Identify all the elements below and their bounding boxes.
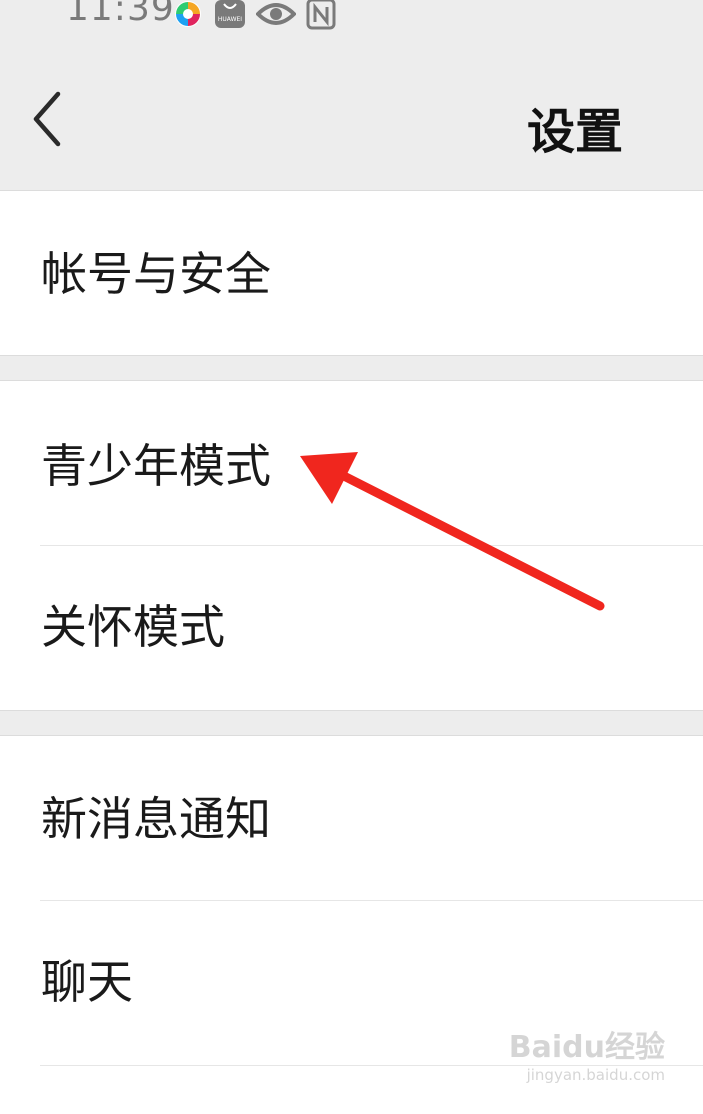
settings-item-label: 青少年模式 — [41, 439, 271, 493]
back-button[interactable] — [22, 84, 82, 154]
settings-section-account: 帐号与安全 — [0, 191, 703, 355]
settings-item-label: 关怀模式 — [41, 600, 225, 654]
eye-icon — [255, 0, 297, 34]
huawei-appgallery-icon: HUAWEI — [214, 0, 246, 34]
page-title: 设置 — [526, 104, 623, 160]
settings-item-teen-mode[interactable]: 青少年模式 — [0, 381, 703, 545]
nfc-icon — [306, 0, 336, 34]
settings-item-care-mode[interactable]: 关怀模式 — [0, 546, 703, 710]
divider — [0, 355, 703, 356]
settings-item-account-security[interactable]: 帐号与安全 — [0, 191, 703, 355]
settings-item-label: 帐号与安全 — [41, 247, 271, 301]
app-shortcut-icon — [172, 0, 204, 36]
settings-section-modes: 青少年模式 关怀模式 — [0, 381, 703, 710]
settings-item-label: 聊天 — [41, 955, 133, 1009]
watermark-url: jingyan.baidu.com — [526, 1066, 665, 1084]
watermark-brand: Baidu经验 — [508, 1030, 665, 1065]
baidu-watermark: Baidu经验 jingyan.baidu.com — [509, 1022, 665, 1084]
nav-bar: 设置 — [0, 42, 703, 190]
settings-item-label: 新消息通知 — [41, 792, 271, 846]
chevron-left-icon — [33, 91, 61, 147]
status-bar: 11:39 HUAWEI — [0, 0, 703, 42]
status-time: 11:39 — [66, 0, 175, 29]
settings-item-new-message-notification[interactable]: 新消息通知 — [0, 736, 703, 900]
divider — [0, 710, 703, 711]
svg-text:HUAWEI: HUAWEI — [218, 16, 242, 23]
